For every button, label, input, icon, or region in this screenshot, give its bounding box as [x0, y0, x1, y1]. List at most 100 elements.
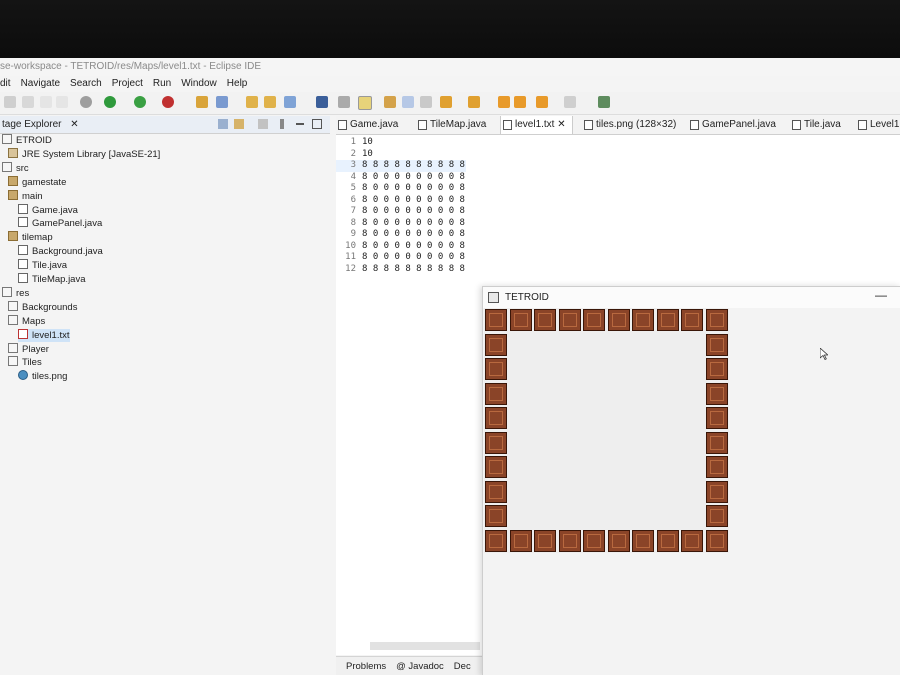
- menu-item[interactable]: Help: [227, 76, 248, 92]
- close-icon[interactable]: ✕: [70, 119, 78, 130]
- editor-tab[interactable]: GamePanel.java: [688, 116, 776, 134]
- horizontal-scrollbar[interactable]: [370, 642, 480, 650]
- tree-item[interactable]: res: [2, 286, 30, 300]
- toggle-breakpoint-icon[interactable]: [338, 96, 350, 108]
- menu-item[interactable]: Run: [153, 76, 171, 92]
- tree-item[interactable]: tilemap: [8, 231, 53, 244]
- console-icon[interactable]: [316, 96, 328, 108]
- coverage-icon[interactable]: [134, 96, 146, 108]
- tree-item[interactable]: Maps: [8, 314, 45, 328]
- forward-icon[interactable]: [564, 96, 576, 108]
- minimize-view-icon[interactable]: [296, 123, 304, 125]
- maximize-view-icon[interactable]: [312, 119, 322, 129]
- editor-tab[interactable]: level1.txt ✕: [500, 116, 573, 134]
- line-text: 8 0 0 0 0 0 0 0 0 8: [362, 252, 465, 262]
- game-window-titlebar[interactable]: TETROID —: [483, 287, 900, 308]
- brick-tile: [534, 309, 556, 331]
- tetroid-game-window[interactable]: TETROID —: [482, 286, 900, 675]
- tree-item-label: main: [22, 190, 43, 202]
- undo-icon[interactable]: [40, 96, 52, 108]
- package-explorer-title[interactable]: tage Explorer: [2, 119, 61, 130]
- tree-item[interactable]: GamePanel.java: [18, 217, 102, 230]
- view-menu-icon[interactable]: [280, 119, 284, 129]
- editor-tab[interactable]: Tile.java: [790, 116, 841, 134]
- editor-tab[interactable]: Game.java: [336, 116, 398, 134]
- tree-item[interactable]: Tile.java: [18, 259, 67, 272]
- tree-item[interactable]: Tiles: [8, 356, 42, 369]
- tree-item[interactable]: Background.java: [18, 245, 103, 258]
- paragraph-icon[interactable]: [420, 96, 432, 108]
- search-icon[interactable]: [284, 96, 296, 108]
- link-with-editor-icon[interactable]: [234, 119, 244, 129]
- java-file-icon: [338, 120, 347, 130]
- run-icon[interactable]: [104, 96, 116, 108]
- tree-item[interactable]: Backgrounds: [8, 300, 77, 314]
- package-icon: [8, 189, 18, 200]
- open-type-icon[interactable]: [246, 96, 258, 108]
- editor-tab-label: Tile.java: [804, 119, 841, 130]
- tree-item[interactable]: TileMap.java: [18, 273, 86, 286]
- save-all-icon[interactable]: [22, 96, 34, 108]
- tree-item[interactable]: ETROID: [2, 134, 52, 147]
- collapse-all-icon[interactable]: [218, 119, 228, 129]
- menu-item[interactable]: Navigate: [21, 76, 60, 92]
- tree-item[interactable]: JRE System Library [JavaSE-21]: [8, 147, 160, 161]
- editor-line: 8 8 0 0 0 0 0 0 0 0 8: [336, 218, 900, 230]
- bottom-tab[interactable]: Problems: [346, 661, 386, 672]
- menu-item[interactable]: Window: [181, 76, 217, 92]
- menu-item[interactable]: Project: [112, 76, 143, 92]
- game-window-title: TETROID: [505, 292, 549, 303]
- editor-tab-label: level1.txt ✕: [515, 119, 566, 130]
- last-edit-icon[interactable]: [498, 96, 510, 108]
- line-number: 2: [350, 148, 356, 159]
- window-title-text: se-workspace - TETROID/res/Maps/level1.t…: [0, 61, 261, 72]
- open-folder-icon[interactable]: [264, 96, 276, 108]
- tree-item[interactable]: main: [8, 189, 43, 203]
- tree-item[interactable]: level1.txt: [18, 328, 70, 342]
- minimize-button[interactable]: —: [875, 285, 887, 306]
- tree-item-label: res: [16, 287, 30, 299]
- line-text: 8 8 8 8 8 8 8 8 8 8: [362, 160, 465, 170]
- back-history-icon[interactable]: [536, 96, 548, 108]
- show-whitespace-icon[interactable]: [402, 96, 414, 108]
- window-title: se-workspace - TETROID/res/Maps/level1.t…: [0, 58, 900, 76]
- brick-tile: [607, 529, 630, 552]
- bottom-tab[interactable]: @ Javadoc: [396, 661, 444, 672]
- brick-tile: [632, 309, 654, 331]
- editor-tab[interactable]: TileMap.java: [416, 116, 486, 134]
- new-package-icon[interactable]: [216, 96, 228, 108]
- tree-item[interactable]: gamestate: [8, 175, 66, 189]
- next-annotation-icon[interactable]: [440, 96, 452, 108]
- back-icon[interactable]: [514, 96, 526, 108]
- game-canvas[interactable]: [484, 308, 729, 553]
- brick-tile: [681, 309, 703, 331]
- tree-item[interactable]: Game.java: [18, 203, 78, 217]
- block-selection-icon[interactable]: [384, 96, 396, 108]
- save-icon[interactable]: [4, 96, 16, 108]
- menu-item[interactable]: dit: [0, 76, 11, 92]
- menu-bar: dit Navigate Search Project Run Window Help: [0, 76, 900, 92]
- new-java-project-icon[interactable]: [196, 96, 208, 108]
- filter-icon[interactable]: [258, 119, 268, 129]
- menu-item[interactable]: Search: [70, 76, 102, 92]
- open-perspective-icon[interactable]: [598, 96, 610, 108]
- line-number: 11: [345, 252, 356, 262]
- folder-icon: [2, 161, 12, 172]
- external-tools-icon[interactable]: [162, 96, 174, 108]
- mark-occurrences-icon[interactable]: [358, 96, 372, 110]
- bottom-tab[interactable]: Dec: [454, 661, 471, 672]
- brick-tile: [485, 382, 507, 405]
- tree-item[interactable]: Player: [8, 342, 49, 356]
- tree-item[interactable]: tiles.png: [18, 370, 67, 383]
- editor-tab[interactable]: Level1.j: [856, 116, 900, 134]
- java-file-icon: [792, 120, 801, 130]
- previous-annotation-icon[interactable]: [468, 96, 480, 108]
- editor-tab[interactable]: tiles.png (128×32): [582, 116, 676, 134]
- editor-line: 2 10: [336, 149, 900, 161]
- tree-item[interactable]: src: [2, 161, 29, 175]
- brick-tile: [705, 480, 728, 503]
- redo-icon[interactable]: [56, 96, 68, 108]
- debug-icon[interactable]: [80, 96, 92, 108]
- line-text: 8 0 0 0 0 0 0 0 0 8: [362, 194, 465, 205]
- java-file-icon: [18, 245, 28, 256]
